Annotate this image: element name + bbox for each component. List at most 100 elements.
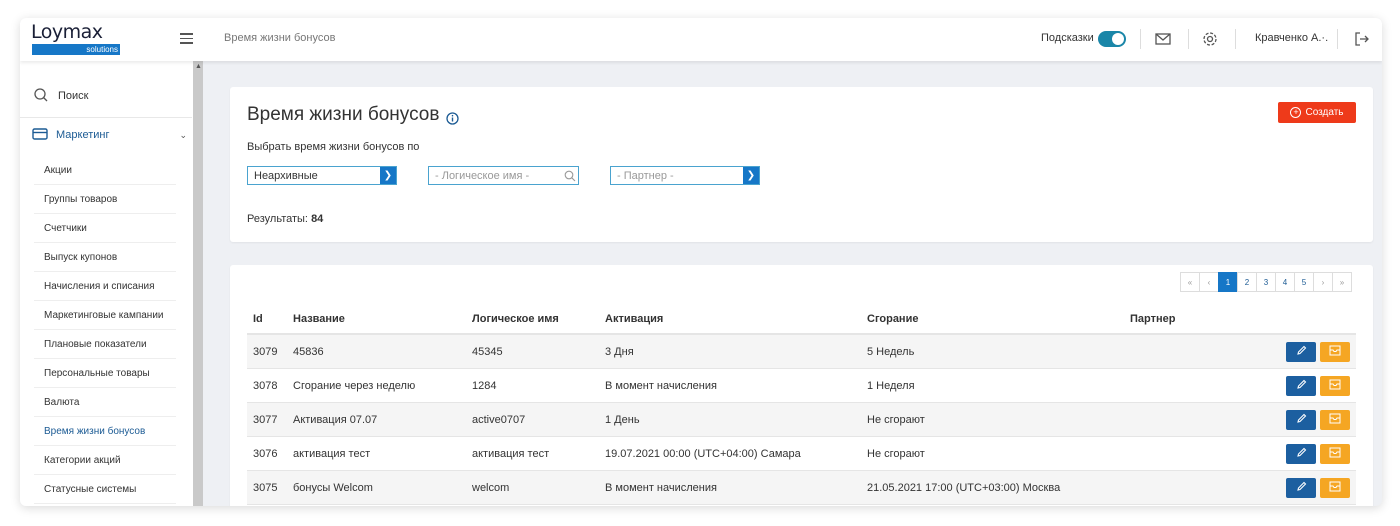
pager-page-button[interactable]: 4 bbox=[1275, 272, 1295, 292]
sidebar-item[interactable]: Выпуск купонов bbox=[34, 243, 176, 272]
mail-icon[interactable] bbox=[1154, 30, 1172, 48]
archive-button[interactable] bbox=[1320, 409, 1350, 430]
hints-toggle[interactable] bbox=[1098, 31, 1126, 47]
sidebar: Поиск Маркетинг ⌄ Акции Группы товаров Сче… bbox=[20, 61, 203, 506]
row-actions bbox=[1284, 375, 1356, 396]
sidebar-section-marketing[interactable]: Маркетинг ⌄ bbox=[32, 126, 187, 144]
breadcrumb: Время жизни бонусов bbox=[224, 32, 336, 44]
table-row[interactable]: 3075 бонусы Welcom welcom В момент начислен… bbox=[247, 471, 1356, 505]
edit-button[interactable] bbox=[1286, 375, 1316, 396]
pager-page-button[interactable]: 1 bbox=[1218, 272, 1238, 292]
table-row[interactable]: 3077 Активация 07.07 active0707 1 День Не сг… bbox=[247, 403, 1356, 437]
archive-filter-value: Неархивные bbox=[254, 169, 318, 182]
edit-button[interactable] bbox=[1286, 477, 1316, 498]
sidebar-section-label: Маркетинг bbox=[56, 129, 110, 141]
pencil-icon bbox=[1296, 345, 1307, 359]
cell-name: Активация 07.07 bbox=[293, 413, 378, 426]
chevron-right-icon[interactable]: ❯ bbox=[380, 167, 396, 184]
table-row[interactable]: 3076 активация тест активация тест 19.07.20… bbox=[247, 437, 1356, 471]
menu-toggle-icon[interactable] bbox=[180, 33, 193, 44]
cell-activation: 1 День bbox=[605, 413, 640, 426]
cell-expiry: Не сгорают bbox=[867, 447, 925, 460]
sidebar-scrollbar[interactable]: ▲ bbox=[193, 61, 203, 506]
scroll-up-icon[interactable]: ▲ bbox=[195, 63, 202, 70]
pager-page-button[interactable]: 3 bbox=[1256, 272, 1276, 292]
sidebar-search-label: Поиск bbox=[58, 90, 89, 102]
archive-button[interactable] bbox=[1320, 443, 1350, 464]
archive-button[interactable] bbox=[1320, 477, 1350, 498]
cell-logical: 1284 bbox=[472, 379, 497, 392]
sidebar-search[interactable]: Поиск bbox=[33, 87, 88, 105]
logout-icon[interactable] bbox=[1353, 30, 1371, 48]
cell-id: 3077 bbox=[253, 413, 278, 426]
col-name-header[interactable]: Название bbox=[293, 313, 472, 325]
cell-activation: 3 Дня bbox=[605, 345, 634, 358]
col-activation-header[interactable]: Активация bbox=[605, 313, 867, 325]
app-window: Loymax solutions Время жизни бонусов Под… bbox=[20, 18, 1382, 506]
table-row[interactable]: 3078 Сгорание через неделю 1284 В момент на… bbox=[247, 369, 1356, 403]
pencil-icon bbox=[1296, 413, 1307, 427]
sidebar-item[interactable]: Валюта bbox=[34, 388, 176, 417]
sidebar-item[interactable]: Акции bbox=[34, 156, 176, 185]
cell-id: 3078 bbox=[253, 379, 278, 392]
create-button[interactable]: + Создать bbox=[1278, 102, 1356, 123]
logo[interactable]: Loymax solutions bbox=[31, 22, 121, 56]
cell-id: 3076 bbox=[253, 447, 278, 460]
search-icon[interactable] bbox=[562, 167, 578, 184]
cell-name: Сгорание через неделю bbox=[293, 379, 416, 392]
partner-placeholder: - Партнер - bbox=[617, 169, 674, 182]
sidebar-item[interactable]: Начисления и списания bbox=[34, 272, 176, 301]
results-value: 84 bbox=[311, 213, 324, 225]
archive-icon bbox=[1329, 481, 1341, 495]
edit-button[interactable] bbox=[1286, 341, 1316, 362]
edit-button[interactable] bbox=[1286, 409, 1316, 430]
archive-button[interactable] bbox=[1320, 341, 1350, 362]
row-actions bbox=[1284, 477, 1356, 498]
logo-wordmark: Loymax bbox=[31, 21, 103, 43]
chevron-down-icon[interactable]: ⌄ bbox=[179, 130, 187, 141]
sidebar-item[interactable]: Персональные товары bbox=[34, 359, 176, 388]
cell-logical: 45345 bbox=[472, 345, 503, 358]
cell-name: 45836 bbox=[293, 345, 324, 358]
col-logical-header[interactable]: Логическое имя bbox=[472, 313, 605, 325]
sidebar-item[interactable]: Плановые показатели bbox=[34, 330, 176, 359]
col-partner-header[interactable]: Партнер bbox=[1130, 313, 1284, 325]
pagination: «‹ 1 2 3 4 5 ›» bbox=[1180, 272, 1352, 292]
sidebar-item[interactable]: Время жизни бонусов bbox=[34, 417, 176, 446]
sidebar-item[interactable]: Статусные системы bbox=[34, 475, 176, 504]
gear-icon[interactable] bbox=[1201, 30, 1219, 48]
logical-name-placeholder: - Логическое имя - bbox=[435, 169, 530, 182]
col-id-header[interactable]: Id bbox=[247, 313, 293, 325]
cell-expiry: Не сгорают bbox=[867, 413, 925, 426]
pager-next-button[interactable]: › bbox=[1313, 272, 1333, 292]
info-icon[interactable] bbox=[446, 109, 460, 125]
pager-last-button[interactable]: » bbox=[1332, 272, 1352, 292]
archive-button[interactable] bbox=[1320, 375, 1350, 396]
sidebar-item[interactable]: Маркетинговые кампании bbox=[34, 301, 176, 330]
pencil-icon bbox=[1296, 481, 1307, 495]
edit-button[interactable] bbox=[1286, 443, 1316, 464]
sidebar-item[interactable]: Категории акций bbox=[34, 446, 176, 475]
bonus-lifetime-table: Id Название Логическое имя Активация Сго… bbox=[247, 305, 1356, 505]
logical-name-filter-input[interactable]: - Логическое имя - bbox=[428, 166, 579, 185]
cell-activation: В момент начисления bbox=[605, 481, 717, 494]
pager-page-button[interactable]: 2 bbox=[1237, 272, 1257, 292]
card-icon bbox=[32, 127, 48, 143]
pencil-icon bbox=[1296, 379, 1307, 393]
table-row[interactable]: 3079 45836 45345 3 Дня 5 Недель bbox=[247, 335, 1356, 369]
pager-page-button[interactable]: 5 bbox=[1294, 272, 1314, 292]
table-card: «‹ 1 2 3 4 5 ›» Id Название Логическое имя Акт… bbox=[230, 265, 1373, 506]
user-name[interactable]: Кравченко А.·. bbox=[1255, 32, 1328, 44]
cell-expiry: 21.05.2021 17:00 (UTC+03:00) Москва bbox=[867, 481, 1061, 494]
pager-first-button[interactable]: « bbox=[1180, 272, 1200, 292]
divider bbox=[20, 117, 192, 118]
chevron-right-icon[interactable]: ❯ bbox=[743, 167, 759, 184]
top-bar: Loymax solutions Время жизни бонусов Под… bbox=[20, 18, 1382, 61]
sidebar-item[interactable]: Счетчики bbox=[34, 214, 176, 243]
archive-filter-select[interactable]: Неархивные ❯ bbox=[247, 166, 397, 185]
filter-label: Выбрать время жизни бонусов по bbox=[247, 141, 420, 153]
col-expiry-header[interactable]: Сгорание bbox=[867, 313, 1130, 325]
sidebar-item[interactable]: Группы товаров bbox=[34, 185, 176, 214]
pager-prev-button[interactable]: ‹ bbox=[1199, 272, 1219, 292]
partner-filter-select[interactable]: - Партнер - ❯ bbox=[610, 166, 760, 185]
